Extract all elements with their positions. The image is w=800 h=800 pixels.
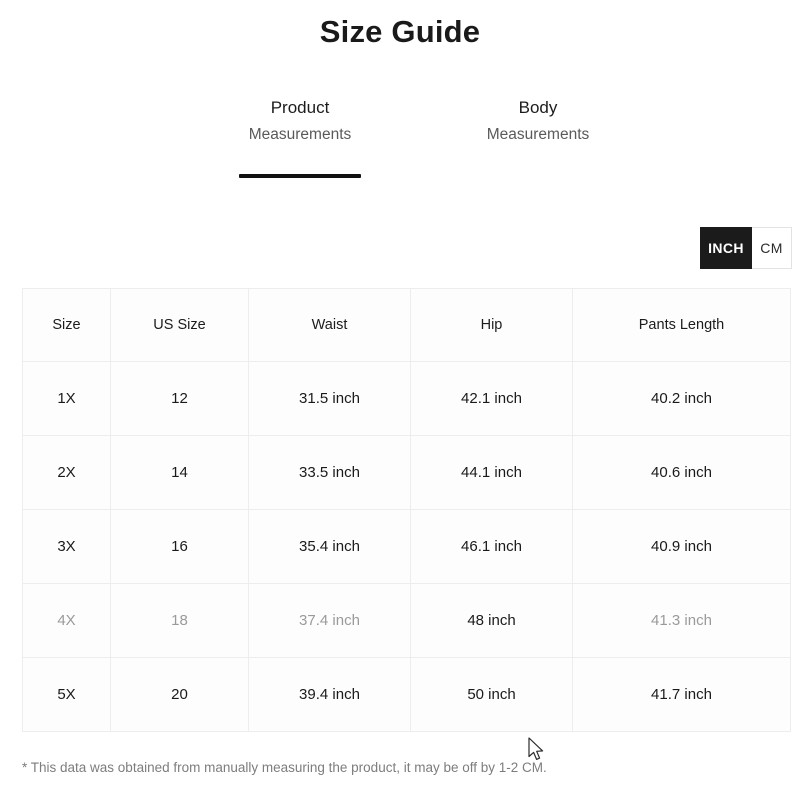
- cell-size: 4X: [22, 583, 111, 658]
- cell-hip: 42.1 inch: [410, 361, 573, 436]
- table-row: 4X 18 37.4 inch 48 inch 41.3 inch: [22, 583, 791, 658]
- column-header-hip: Hip: [410, 288, 573, 362]
- page-title: Size Guide: [319, 14, 481, 49]
- cell-waist: 33.5 inch: [248, 435, 411, 510]
- cell-us-size: 12: [110, 361, 249, 436]
- active-tab-underline: [239, 174, 361, 178]
- table-header-row: Size US Size Waist Hip Pants Length: [22, 288, 791, 362]
- size-guide-page: Size Guide Product Measurements Body Mea…: [0, 0, 800, 800]
- cell-us-size: 20: [110, 657, 249, 732]
- column-header-pants-length: Pants Length: [572, 288, 791, 362]
- cell-size: 3X: [22, 509, 111, 584]
- table-row: 3X 16 35.4 inch 46.1 inch 40.9 inch: [22, 509, 791, 584]
- measurement-disclaimer: * This data was obtained from manually m…: [22, 760, 547, 775]
- column-header-size: Size: [22, 288, 111, 362]
- size-chart-table: Size US Size Waist Hip Pants Length 1X 1…: [22, 288, 791, 732]
- table-row: 5X 20 39.4 inch 50 inch 41.7 inch: [22, 657, 791, 732]
- unit-toggle-inch-button[interactable]: INCH: [700, 227, 752, 269]
- cell-waist: 31.5 inch: [248, 361, 411, 436]
- cell-us-size: 18: [110, 583, 249, 658]
- cell-waist: 35.4 inch: [248, 509, 411, 584]
- cell-pants-length: 41.7 inch: [572, 657, 791, 732]
- measurement-tabs: Product Measurements Body Measurements: [0, 96, 800, 186]
- unit-toggle-cm-button[interactable]: CM: [752, 227, 792, 269]
- cell-size: 1X: [22, 361, 111, 436]
- unit-toggle[interactable]: INCH CM: [700, 227, 792, 269]
- cell-waist: 37.4 inch: [248, 583, 411, 658]
- tab-product-measurements-line2: Measurements: [248, 126, 352, 143]
- tab-product-measurements-line1: Product: [270, 98, 330, 117]
- cell-pants-length: 40.2 inch: [572, 361, 791, 436]
- cell-hip: 44.1 inch: [410, 435, 573, 510]
- tab-body-measurements-line1: Body: [518, 98, 558, 117]
- cell-hip: 50 inch: [410, 657, 573, 732]
- cell-hip: 46.1 inch: [410, 509, 573, 584]
- column-header-us-size: US Size: [110, 288, 249, 362]
- cell-us-size: 16: [110, 509, 249, 584]
- cell-size: 5X: [22, 657, 111, 732]
- table-row: 2X 14 33.5 inch 44.1 inch 40.6 inch: [22, 435, 791, 510]
- tab-body-measurements-line2: Measurements: [486, 126, 590, 143]
- cell-waist: 39.4 inch: [248, 657, 411, 732]
- tab-body-measurements[interactable]: Body Measurements: [443, 96, 633, 147]
- tab-product-measurements[interactable]: Product Measurements: [205, 96, 395, 178]
- cell-pants-length: 41.3 inch: [572, 583, 791, 658]
- column-header-waist: Waist: [248, 288, 411, 362]
- table-row: 1X 12 31.5 inch 42.1 inch 40.2 inch: [22, 361, 791, 436]
- cell-pants-length: 40.9 inch: [572, 509, 791, 584]
- cell-us-size: 14: [110, 435, 249, 510]
- cell-size: 2X: [22, 435, 111, 510]
- cell-pants-length: 40.6 inch: [572, 435, 791, 510]
- cell-hip: 48 inch: [410, 583, 573, 658]
